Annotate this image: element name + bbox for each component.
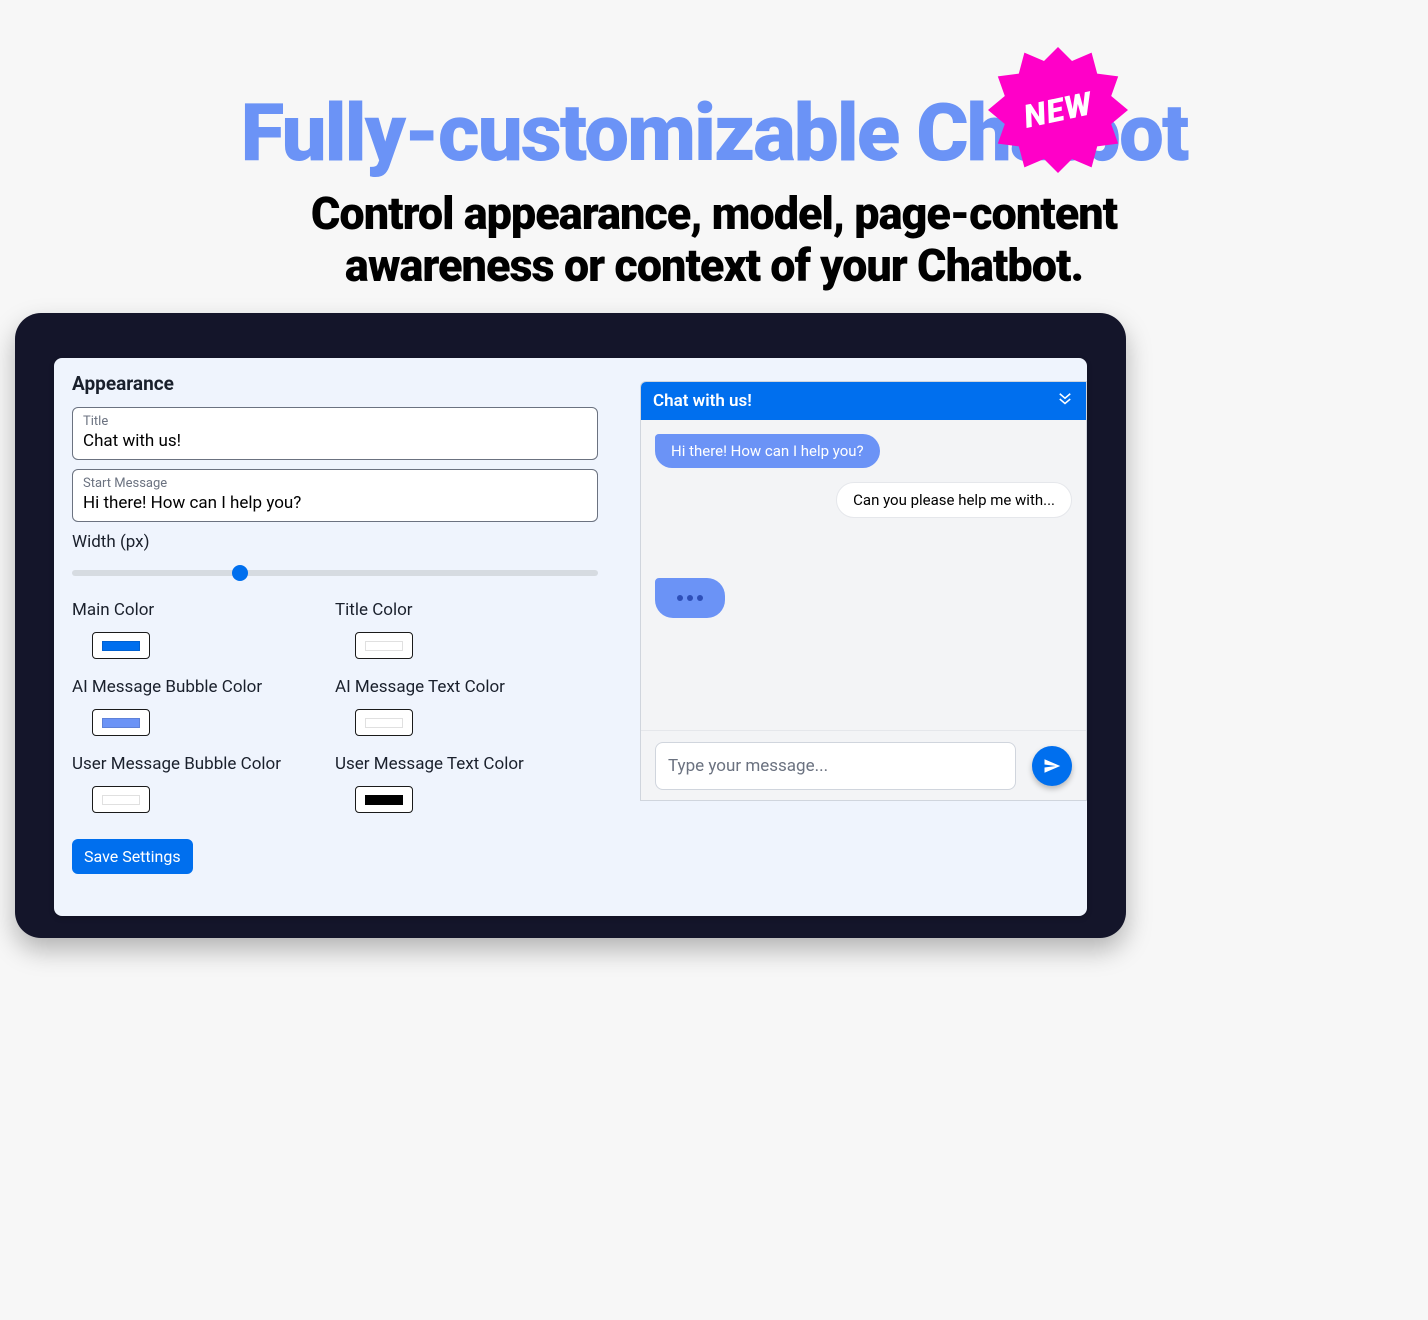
width-slider[interactable] <box>72 562 598 582</box>
send-button[interactable] <box>1032 746 1072 786</box>
slider-thumb[interactable] <box>232 565 248 581</box>
title-color-label: Title Color <box>335 600 598 620</box>
hero: Fully-customizable Chatbot Control appea… <box>0 0 1428 292</box>
title-color-swatch[interactable] <box>355 632 413 659</box>
user-bubble-color-label: User Message Bubble Color <box>72 754 335 774</box>
user-text-color-swatch[interactable] <box>355 786 413 813</box>
start-message-label: Start Message <box>83 476 587 491</box>
start-message-field[interactable]: Start Message Hi there! How can I help y… <box>72 469 598 522</box>
app-window: Appearance Title Chat with us! Start Mes… <box>15 313 1126 938</box>
collapse-icon[interactable] <box>1056 390 1074 413</box>
start-message-value: Hi there! How can I help you? <box>83 493 587 513</box>
main-color-swatch[interactable] <box>92 632 150 659</box>
settings-panel: Appearance Title Chat with us! Start Mes… <box>54 358 1087 916</box>
chat-body: Hi there! How can I help you? Can you pl… <box>641 420 1086 730</box>
section-title: Appearance <box>72 372 598 395</box>
slider-track <box>72 570 598 576</box>
width-label: Width (px) <box>72 532 598 552</box>
ai-text-color-swatch[interactable] <box>355 709 413 736</box>
chat-header: Chat with us! <box>641 382 1086 420</box>
title-label: Title <box>83 414 587 429</box>
user-text-color-item: User Message Text Color <box>335 754 598 813</box>
main-color-item: Main Color <box>72 600 335 659</box>
user-text-color-label: User Message Text Color <box>335 754 598 774</box>
new-badge: NEW <box>988 40 1128 180</box>
user-bubble-color-swatch[interactable] <box>92 786 150 813</box>
new-badge-text: NEW <box>975 27 1141 193</box>
chat-message-input[interactable]: Type your message... <box>655 742 1016 790</box>
title-value: Chat with us! <box>83 431 587 451</box>
main-color-label: Main Color <box>72 600 335 620</box>
ai-bubble-color-label: AI Message Bubble Color <box>72 677 335 697</box>
ai-bubble-color-swatch[interactable] <box>92 709 150 736</box>
ai-bubble-color-item: AI Message Bubble Color <box>72 677 335 736</box>
color-grid: Main Color Title Color AI Message Bubble… <box>72 600 598 813</box>
ai-text-color-label: AI Message Text Color <box>335 677 598 697</box>
chat-preview: Chat with us! Hi there! How can I help y… <box>640 381 1087 916</box>
chat-window: Chat with us! Hi there! How can I help y… <box>640 381 1087 801</box>
chat-title: Chat with us! <box>653 391 752 411</box>
typing-indicator <box>655 578 725 618</box>
hero-subtitle: Control appearance, model, page-content … <box>244 188 1184 292</box>
hero-title: Fully-customizable Chatbot <box>0 86 1428 180</box>
appearance-settings: Appearance Title Chat with us! Start Mes… <box>54 358 616 916</box>
title-color-item: Title Color <box>335 600 598 659</box>
ai-message-bubble: Hi there! How can I help you? <box>655 434 880 468</box>
user-message-bubble: Can you please help me with... <box>836 482 1072 518</box>
chat-input-row: Type your message... <box>641 730 1086 800</box>
save-settings-button[interactable]: Save Settings <box>72 839 193 874</box>
title-field[interactable]: Title Chat with us! <box>72 407 598 460</box>
send-icon <box>1043 757 1061 775</box>
user-bubble-color-item: User Message Bubble Color <box>72 754 335 813</box>
ai-text-color-item: AI Message Text Color <box>335 677 598 736</box>
